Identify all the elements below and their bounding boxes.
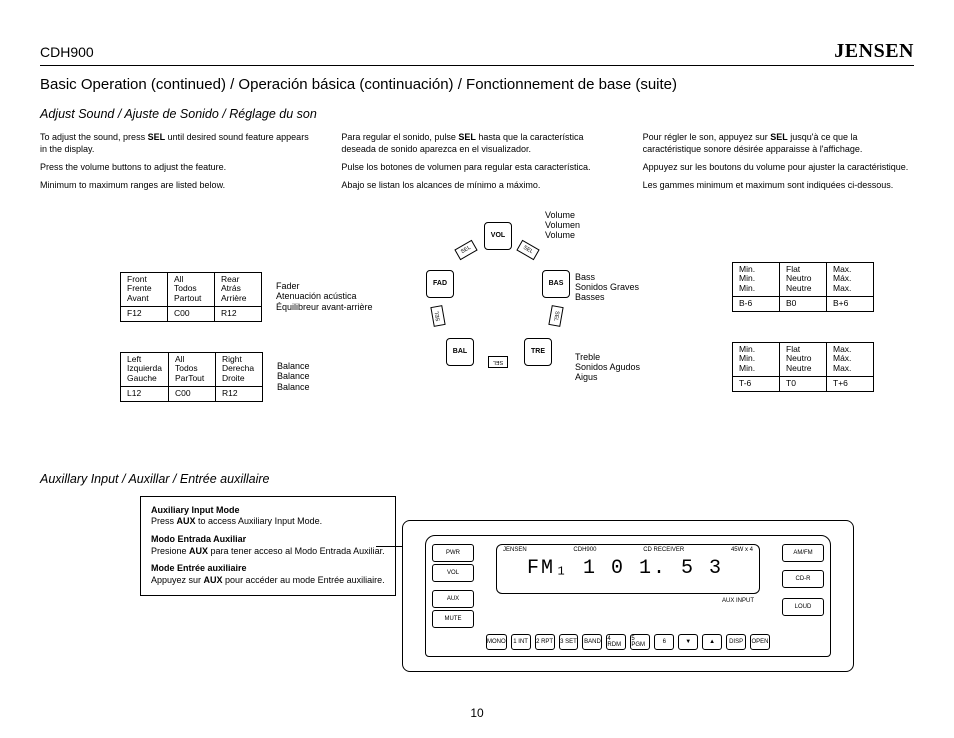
cdr-button: CD-R: [782, 570, 824, 588]
aux-heading: Auxillary Input / Auxillar / Entrée auxi…: [40, 472, 914, 486]
screen-model: CDH900: [573, 547, 596, 553]
vol-chip: VOL: [484, 222, 512, 250]
adjust-en: To adjust the sound, press SEL until des…: [40, 131, 311, 198]
treble-block: Min.Min.Min. FlatNeutroNeutre Max.Máx.Ma…: [732, 342, 874, 392]
treble-chip: TRE: [524, 338, 552, 366]
vol-button: VOL: [432, 564, 474, 582]
screen-cd: CD RECEIVER: [643, 547, 684, 553]
disp-button: DISP: [726, 634, 746, 650]
balance-block: LeftIzquierdaGauche AllTodosParTout Righ…: [120, 352, 310, 402]
fader-chip: FAD: [426, 270, 454, 298]
adjust-sound-heading: Adjust Sound / Ajuste de Sonido / Réglag…: [40, 107, 914, 121]
sel-dial: VOL BAS TRE BAL FAD SEL SEL SEL SEL SEL: [420, 226, 575, 381]
sel-arrow-icon: SEL: [548, 305, 563, 327]
radio-illustration: JENSEN CDH900 CD RECEIVER 45W x 4 FM₁ 1 …: [402, 520, 854, 672]
sel-arrow-icon: SEL: [454, 239, 477, 259]
preset-1: 1 INT: [511, 634, 531, 650]
brand-logo: JENSEN: [834, 40, 914, 63]
balance-label: BalanceBalanceBalance: [277, 361, 310, 392]
bass-block: Min.Min.Min. FlatNeutroNeutre Max.Máx.Ma…: [732, 262, 874, 312]
sel-arrow-icon: SEL: [430, 305, 445, 327]
adjust-fr: Pour régler le son, appuyez sur SEL jusq…: [643, 131, 914, 198]
mono-button: MONO: [486, 634, 507, 650]
preset-3: 3 SET: [559, 634, 579, 650]
radio-screen: JENSEN CDH900 CD RECEIVER 45W x 4 FM₁ 1 …: [496, 544, 760, 594]
sel-arrow-icon: SEL: [488, 356, 508, 368]
open-button: OPEN: [750, 634, 770, 650]
section-title: Basic Operation (continued) / Operación …: [40, 76, 914, 93]
tune-down: ▼: [678, 634, 698, 650]
amfm-button: AM/FM: [782, 544, 824, 562]
balance-table: LeftIzquierdaGauche AllTodosParTout Righ…: [120, 352, 263, 402]
manual-page: CDH900 JENSEN Basic Operation (continued…: [0, 0, 954, 738]
radio-face: JENSEN CDH900 CD RECEIVER 45W x 4 FM₁ 1 …: [425, 535, 831, 657]
aux-input-label: AUX INPUT: [722, 598, 754, 604]
fader-label: FaderAtenuación acústicaÉquilibreur avan…: [276, 281, 373, 312]
fader-block: FrontFrenteAvant AllTodosPartout RearAtr…: [120, 272, 373, 322]
band-button: BAND: [582, 634, 602, 650]
pwr-button: PWR: [432, 544, 474, 562]
model-number: CDH900: [40, 44, 94, 60]
aux-block: Auxiliary Input ModePress AUX to access …: [40, 496, 914, 696]
fader-table: FrontFrenteAvant AllTodosPartout RearAtr…: [120, 272, 262, 322]
preset-4: 4 RDM: [606, 634, 626, 650]
screen-readout: FM₁ 1 0 1. 5 3: [527, 557, 723, 580]
bass-label: BassSonidos GravesBasses: [575, 272, 639, 303]
page-number: 10: [0, 706, 954, 720]
adjust-sound-columns: To adjust the sound, press SEL until des…: [40, 131, 914, 198]
sel-arrow-icon: SEL: [516, 239, 539, 259]
bass-table: Min.Min.Min. FlatNeutroNeutre Max.Máx.Ma…: [732, 262, 874, 312]
aux-button: AUX: [432, 590, 474, 608]
preset-5: 5 PGM: [630, 634, 650, 650]
header-rule: [40, 65, 914, 66]
treble-label: TrebleSonidos AgudosAigus: [575, 352, 640, 383]
screen-brand: JENSEN: [503, 547, 527, 553]
preset-6: 6: [654, 634, 674, 650]
treble-table: Min.Min.Min. FlatNeutroNeutre Max.Máx.Ma…: [732, 342, 874, 392]
preset-buttons: MONO 1 INT 2 RPT 3 SET BAND 4 RDM 5 PGM …: [486, 634, 770, 650]
page-header: CDH900 JENSEN: [40, 40, 914, 63]
tune-up: ▲: [702, 634, 722, 650]
bass-chip: BAS: [542, 270, 570, 298]
preset-2: 2 RPT: [535, 634, 555, 650]
adjust-es: Para regular el sonido, pulse SEL hasta …: [341, 131, 612, 198]
mute-button: MUTE: [432, 610, 474, 628]
screen-watt: 45W x 4: [731, 547, 753, 553]
aux-callout: Auxiliary Input ModePress AUX to access …: [140, 496, 396, 596]
sound-diagram: Volume Volumen Volume FrontFrenteAvant A…: [40, 212, 914, 472]
balance-chip: BAL: [446, 338, 474, 366]
loud-button: LOUD: [782, 598, 824, 616]
